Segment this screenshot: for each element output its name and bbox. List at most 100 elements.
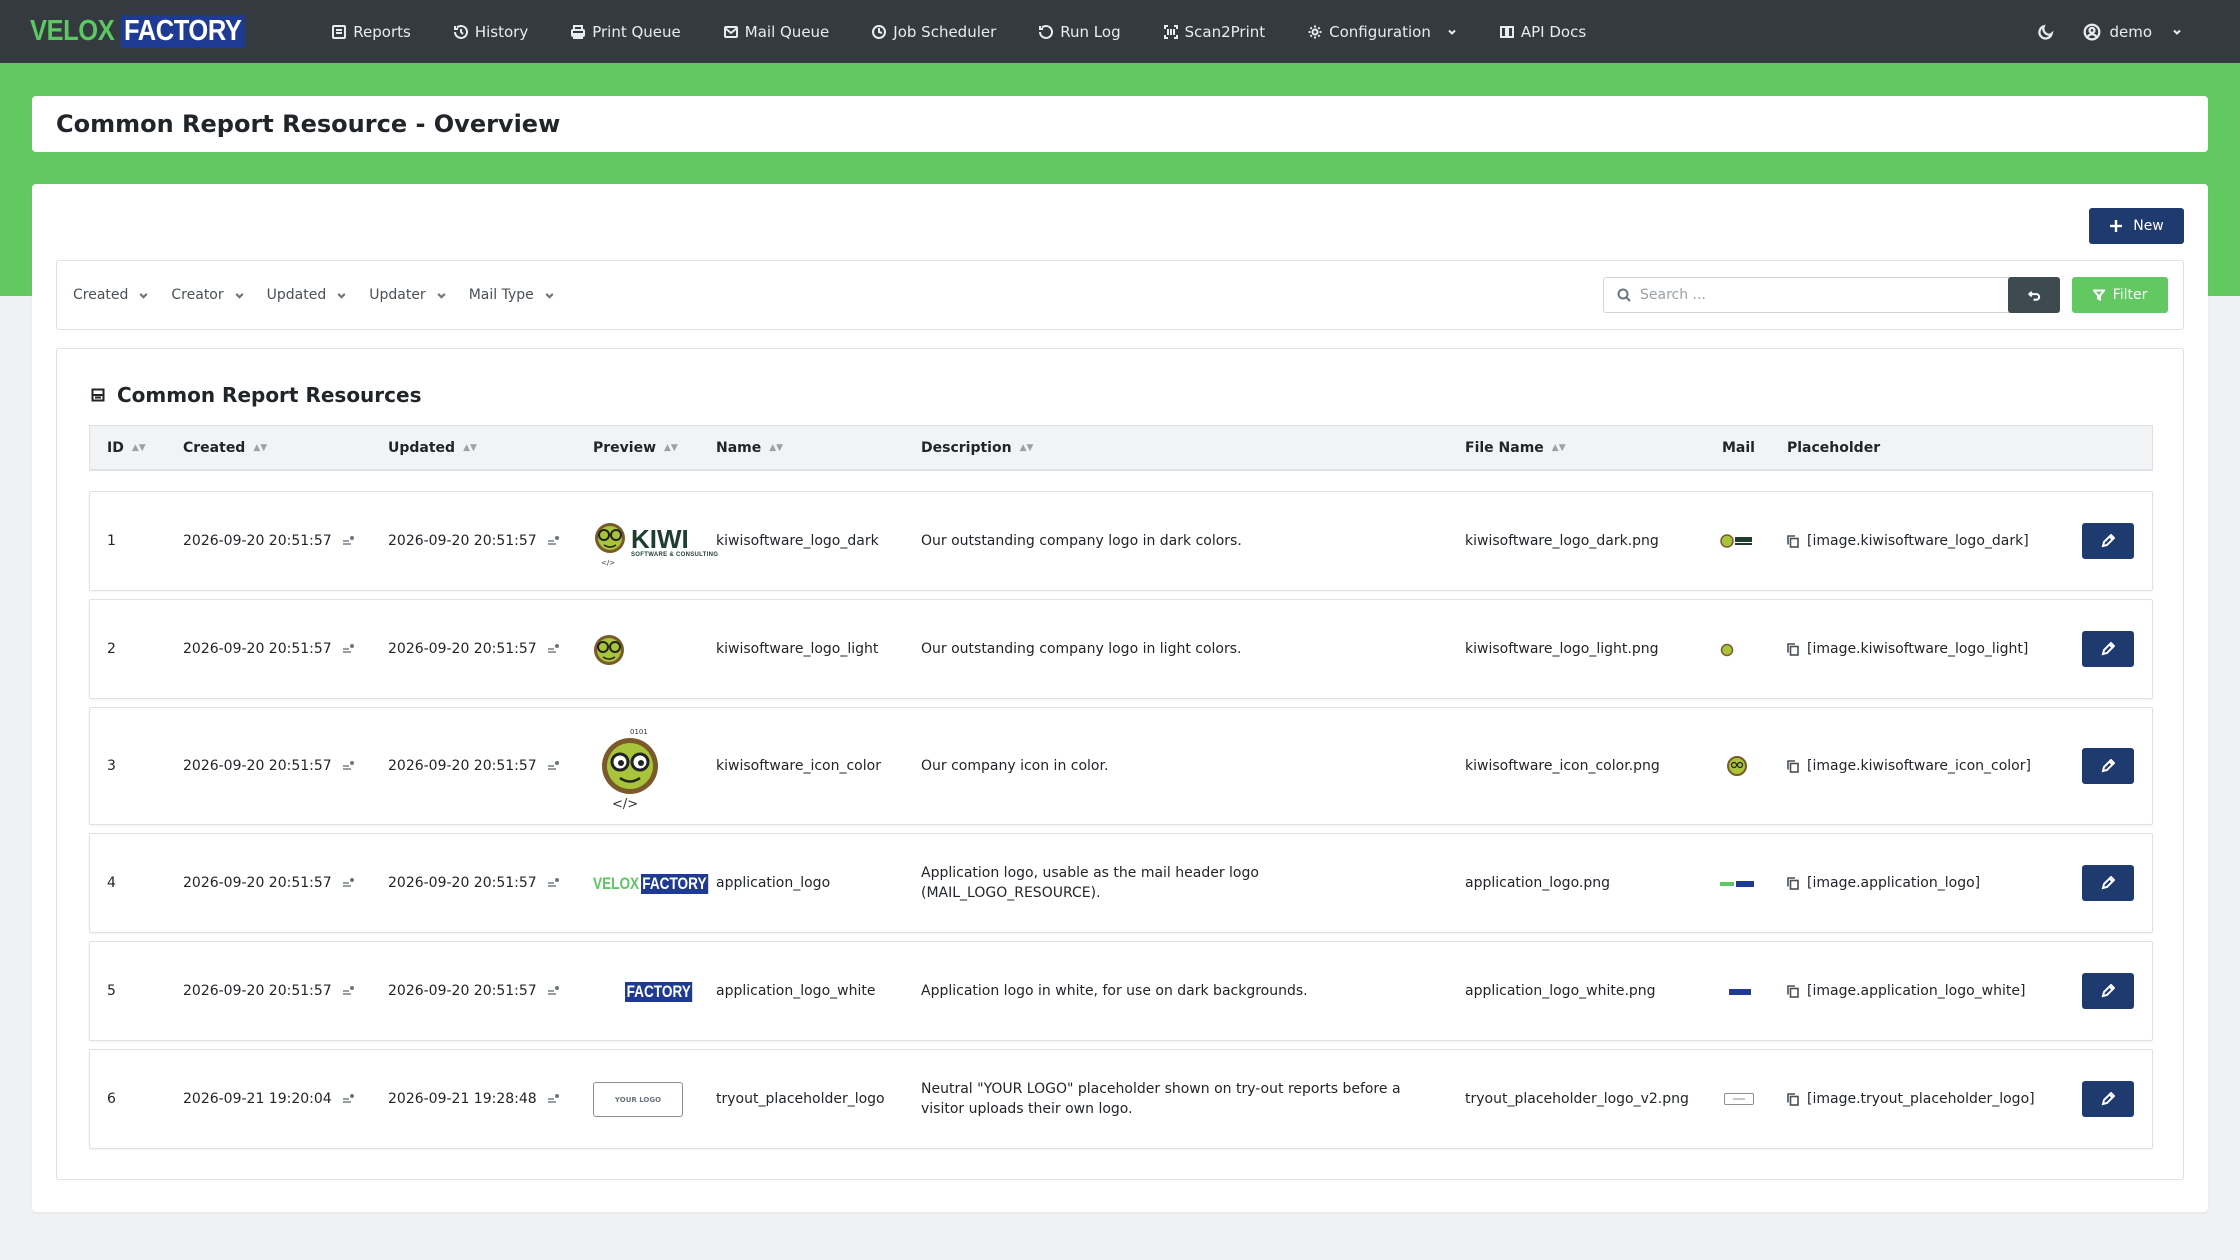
nav-item-print-queue[interactable]: Print Queue bbox=[549, 0, 702, 63]
chevron-down-icon bbox=[545, 292, 554, 299]
user-menu[interactable]: demo bbox=[2083, 23, 2182, 41]
resource-description: Application logo, usable as the mail hea… bbox=[921, 865, 1259, 901]
copy-icon[interactable] bbox=[1787, 534, 1799, 548]
copy-icon[interactable] bbox=[1787, 876, 1799, 890]
reset-button[interactable] bbox=[2008, 277, 2060, 313]
kiwi-mascot-icon bbox=[594, 635, 624, 665]
user-info-icon[interactable] bbox=[547, 1093, 561, 1105]
velox-logo-white-thumb-icon bbox=[1729, 989, 1751, 995]
row-id: 6 bbox=[107, 1091, 116, 1107]
preview-image[interactable]: </> KIWI SOFTWARE & CONSULTING bbox=[593, 516, 718, 568]
velox-logo-thumb-icon bbox=[1720, 881, 1754, 887]
sort-icon: ▲▼ bbox=[664, 443, 678, 453]
filter-created[interactable]: Created bbox=[73, 287, 149, 303]
nav-item-run-log[interactable]: Run Log bbox=[1017, 0, 1141, 63]
pencil-icon bbox=[2101, 759, 2115, 773]
copy-icon[interactable] bbox=[1787, 642, 1799, 656]
col-header-description[interactable]: Description ▲▼ bbox=[921, 426, 1033, 470]
table-row[interactable]: 2 2026-09-20 20:51:57 2026-09-20 20:51:5… bbox=[89, 599, 2153, 699]
user-info-icon[interactable] bbox=[342, 1093, 356, 1105]
brand-logo[interactable]: VELOX FACTORY bbox=[30, 15, 245, 48]
resource-name: kiwisoftware_logo_light bbox=[716, 641, 879, 657]
velox-logo-white: FACTORY bbox=[625, 982, 693, 1002]
edit-button[interactable] bbox=[2082, 973, 2134, 1009]
svg-text:</>: </> bbox=[601, 559, 615, 567]
user-name: demo bbox=[2109, 22, 2152, 41]
col-header-preview[interactable]: Preview ▲▼ bbox=[593, 426, 678, 470]
mail-preview bbox=[1729, 988, 1751, 996]
table-icon bbox=[91, 388, 105, 402]
nav-item-job-scheduler[interactable]: Job Scheduler bbox=[850, 0, 1017, 63]
user-info-icon[interactable] bbox=[342, 877, 356, 889]
mail-preview bbox=[1720, 643, 1734, 657]
table-row[interactable]: 4 2026-09-20 20:51:57 2026-09-20 20:51:5… bbox=[89, 833, 2153, 933]
filter-updated[interactable]: Updated bbox=[267, 287, 348, 303]
col-header-id[interactable]: ID ▲▼ bbox=[107, 426, 146, 470]
nav-item-api-docs[interactable]: API Docs bbox=[1478, 0, 1607, 63]
nav-item-history[interactable]: History bbox=[432, 0, 549, 63]
search-icon bbox=[1617, 288, 1631, 302]
preview-image[interactable]: 0101 </> bbox=[600, 722, 666, 812]
resource-description: Our outstanding company logo in dark col… bbox=[921, 533, 1242, 549]
file-name: application_logo.png bbox=[1465, 875, 1610, 891]
user-info-icon[interactable] bbox=[547, 985, 561, 997]
table-row[interactable]: 6 2026-09-21 19:20:04 2026-09-21 19:28:4… bbox=[89, 1049, 2153, 1149]
copy-icon[interactable] bbox=[1787, 759, 1799, 773]
filter-button[interactable]: Filter bbox=[2072, 277, 2168, 313]
filter-mail-type[interactable]: Mail Type bbox=[469, 287, 555, 303]
table-row[interactable]: 3 2026-09-20 20:51:57 2026-09-20 20:51:5… bbox=[89, 707, 2153, 825]
placeholder-code: [image.kiwisoftware_logo_light] bbox=[1807, 641, 2029, 657]
user-info-icon[interactable] bbox=[547, 535, 561, 547]
user-info-icon[interactable] bbox=[547, 760, 561, 772]
edit-button[interactable] bbox=[2082, 631, 2134, 667]
file-name: kiwisoftware_logo_light.png bbox=[1465, 641, 1659, 657]
table-header: ID ▲▼ Created ▲▼ Updated ▲▼ Preview ▲▼ Name ▲… bbox=[89, 425, 2153, 471]
resource-description: Application logo in white, for use on da… bbox=[921, 983, 1308, 999]
placeholder-code: [image.application_logo_white] bbox=[1807, 983, 2026, 999]
mail-preview bbox=[1720, 532, 1754, 550]
file-name: application_logo_white.png bbox=[1465, 983, 1656, 999]
edit-button[interactable] bbox=[2082, 1081, 2134, 1117]
edit-button[interactable] bbox=[2082, 748, 2134, 784]
edit-button[interactable] bbox=[2082, 865, 2134, 901]
reports-icon bbox=[332, 24, 347, 39]
edit-button[interactable] bbox=[2082, 523, 2134, 559]
nav-item-mail-queue[interactable]: Mail Queue bbox=[702, 0, 851, 63]
copy-icon[interactable] bbox=[1787, 1092, 1799, 1106]
col-header-file-name[interactable]: File Name ▲▼ bbox=[1465, 426, 1566, 470]
svg-text:</>: </> bbox=[612, 797, 638, 812]
nav-item-scan2print[interactable]: Scan2Print bbox=[1142, 0, 1287, 63]
filter-creator[interactable]: Creator bbox=[171, 287, 244, 303]
nav-item-reports[interactable]: Reports bbox=[310, 0, 432, 63]
user-info-icon[interactable] bbox=[547, 877, 561, 889]
preview-image[interactable] bbox=[593, 630, 629, 670]
nav-item-configuration[interactable]: Configuration bbox=[1286, 0, 1478, 63]
table-row[interactable]: 5 2026-09-20 20:51:57 2026-09-20 20:51:5… bbox=[89, 941, 2153, 1041]
your-logo-thumb-icon bbox=[1724, 1093, 1754, 1105]
user-info-icon[interactable] bbox=[342, 535, 356, 547]
copy-icon[interactable] bbox=[1787, 984, 1799, 998]
updated-timestamp: 2026-09-21 19:28:48 bbox=[388, 1091, 537, 1107]
top-navbar: VELOX FACTORY Reports History Print Queue… bbox=[0, 0, 2240, 63]
updated-timestamp: 2026-09-20 20:51:57 bbox=[388, 641, 537, 657]
filter-updater[interactable]: Updater bbox=[369, 287, 446, 303]
file-name: tryout_placeholder_logo_v2.png bbox=[1465, 1091, 1689, 1107]
user-info-icon[interactable] bbox=[342, 643, 356, 655]
table-row[interactable]: 1 2026-09-20 20:51:57 2026-09-20 20:51:5… bbox=[89, 491, 2153, 591]
book-icon bbox=[1499, 25, 1514, 38]
preview-image[interactable]: YOUR LOGO bbox=[593, 1082, 683, 1117]
sort-icon: ▲▼ bbox=[769, 443, 784, 453]
moon-icon[interactable] bbox=[2037, 23, 2055, 41]
search-input[interactable] bbox=[1640, 287, 2010, 303]
col-header-updated[interactable]: Updated ▲▼ bbox=[388, 426, 477, 470]
user-info-icon[interactable] bbox=[342, 985, 356, 997]
col-header-created[interactable]: Created ▲▼ bbox=[183, 426, 267, 470]
pencil-icon bbox=[2101, 876, 2115, 890]
gear-icon bbox=[1308, 25, 1322, 38]
col-header-name[interactable]: Name ▲▼ bbox=[716, 426, 783, 470]
new-button[interactable]: New bbox=[2089, 208, 2184, 244]
preview-image[interactable]: FACTORY bbox=[625, 982, 709, 1002]
user-info-icon[interactable] bbox=[342, 760, 356, 772]
nav-right: demo bbox=[2037, 23, 2210, 41]
user-info-icon[interactable] bbox=[547, 643, 561, 655]
